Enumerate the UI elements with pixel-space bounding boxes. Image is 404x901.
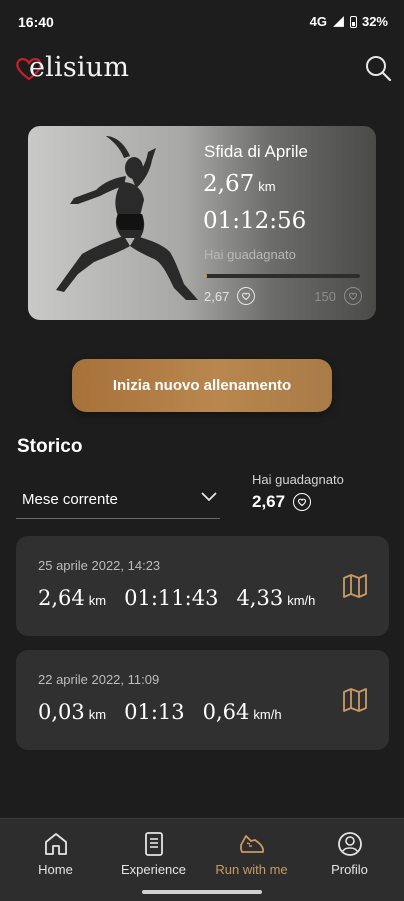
history-entry-speed: 0,64 km/h	[203, 700, 282, 724]
points-coin-icon	[237, 287, 256, 305]
map-icon[interactable]	[342, 573, 368, 599]
challenge-current-points-value: 2,67	[204, 288, 230, 304]
history-earned-label: Hai guadagnato	[252, 472, 344, 487]
history-entry-speed-value: 4,33	[236, 586, 284, 610]
history-earned: 2,67	[252, 492, 312, 512]
challenge-duration: 01:12:56	[203, 208, 307, 234]
challenge-earned-label: Hai guadagnato	[204, 247, 296, 262]
network-type: 4G	[309, 14, 327, 29]
challenge-goal-points-value: 150	[314, 288, 336, 304]
history-entry-distance: 0,03 km	[38, 700, 106, 724]
period-dropdown[interactable]: Mese corrente	[16, 484, 220, 519]
challenge-distance: 2,67 km	[203, 171, 276, 197]
search-icon[interactable]	[364, 54, 392, 82]
points-coin-icon	[344, 287, 362, 305]
app-logo: elisium	[14, 50, 129, 84]
nav-item-experience[interactable]: Experience	[103, 819, 204, 901]
logo-wordmark: elisium	[29, 51, 130, 83]
history-entry-speed: 4,33 km/h	[236, 586, 315, 610]
period-dropdown-value: Mese corrente	[22, 491, 118, 508]
points-coin-icon	[293, 493, 312, 511]
bottom-navigation: Home Experience Run with me Profilo	[0, 818, 404, 901]
challenge-current-points: 2,67	[204, 287, 256, 305]
history-earned-value: 2,67	[252, 492, 286, 511]
history-entry-speed-unit: km/h	[287, 593, 316, 608]
battery-icon	[349, 15, 357, 28]
nav-item-home[interactable]: Home	[5, 819, 106, 901]
history-entry-distance-unit: km	[88, 707, 107, 722]
start-workout-button[interactable]: Inizia nuovo allenamento	[72, 359, 332, 412]
history-entry-speed-unit: km/h	[253, 707, 282, 722]
nav-item-label: Home	[38, 862, 73, 877]
challenge-distance-value: 2,67	[203, 171, 255, 197]
history-entry-card[interactable]: 22 aprile 2022, 11:09 0,03 km 01:13 0,64 k…	[16, 650, 389, 750]
nav-item-label: Experience	[120, 862, 187, 877]
app-header: elisium	[0, 48, 404, 92]
battery-level: 32%	[361, 14, 388, 29]
map-icon[interactable]	[342, 687, 368, 713]
gesture-bar	[142, 890, 262, 894]
history-entry-stats: 2,64 km 01:11:43 4,33 km/h	[38, 586, 315, 610]
history-entry-date: 22 aprile 2022, 11:09	[38, 672, 160, 687]
nav-item-run-with-me[interactable]: Run with me	[201, 819, 302, 901]
chevron-down-icon	[201, 492, 217, 502]
history-entry-stats: 0,03 km 01:13 0,64 km/h	[38, 700, 282, 724]
challenge-progress-bar	[204, 274, 360, 278]
challenge-progress-fill	[204, 274, 207, 278]
history-entry-distance-value: 0,03	[38, 700, 85, 724]
history-entry-card[interactable]: 25 aprile 2022, 14:23 2,64 km 01:11:43 4,…	[16, 536, 389, 636]
shoe-icon	[239, 835, 264, 853]
challenge-title: Sfida di Aprile	[204, 142, 308, 161]
document-icon	[144, 832, 163, 856]
user-icon	[337, 832, 362, 856]
challenge-goal-points: 150	[314, 287, 362, 305]
history-entry-distance-value: 2,64	[38, 586, 85, 610]
nav-item-label: Run with me	[215, 862, 288, 877]
history-title: Storico	[17, 436, 83, 457]
history-entry-duration: 01:11:43	[124, 586, 219, 610]
nav-item-label: Profilo	[331, 862, 368, 877]
home-icon	[44, 833, 67, 855]
status-bar: 16:40 4G 32%	[0, 0, 404, 44]
history-entry-distance-unit: km	[88, 593, 107, 608]
history-entry-duration: 01:13	[124, 700, 185, 724]
status-time: 16:40	[18, 14, 54, 30]
challenge-distance-unit: km	[258, 179, 276, 194]
history-entry-date: 25 aprile 2022, 14:23	[38, 558, 161, 573]
nav-item-profile[interactable]: Profilo	[299, 819, 400, 901]
history-entry-speed-value: 0,64	[202, 700, 250, 724]
signal-icon	[333, 16, 344, 27]
status-indicators: 4G 32%	[310, 14, 388, 29]
challenge-card[interactable]: Sfida di Aprile 2,67 km 01:12:56 Hai guad…	[28, 126, 376, 320]
history-entry-distance: 2,64 km	[38, 586, 106, 610]
